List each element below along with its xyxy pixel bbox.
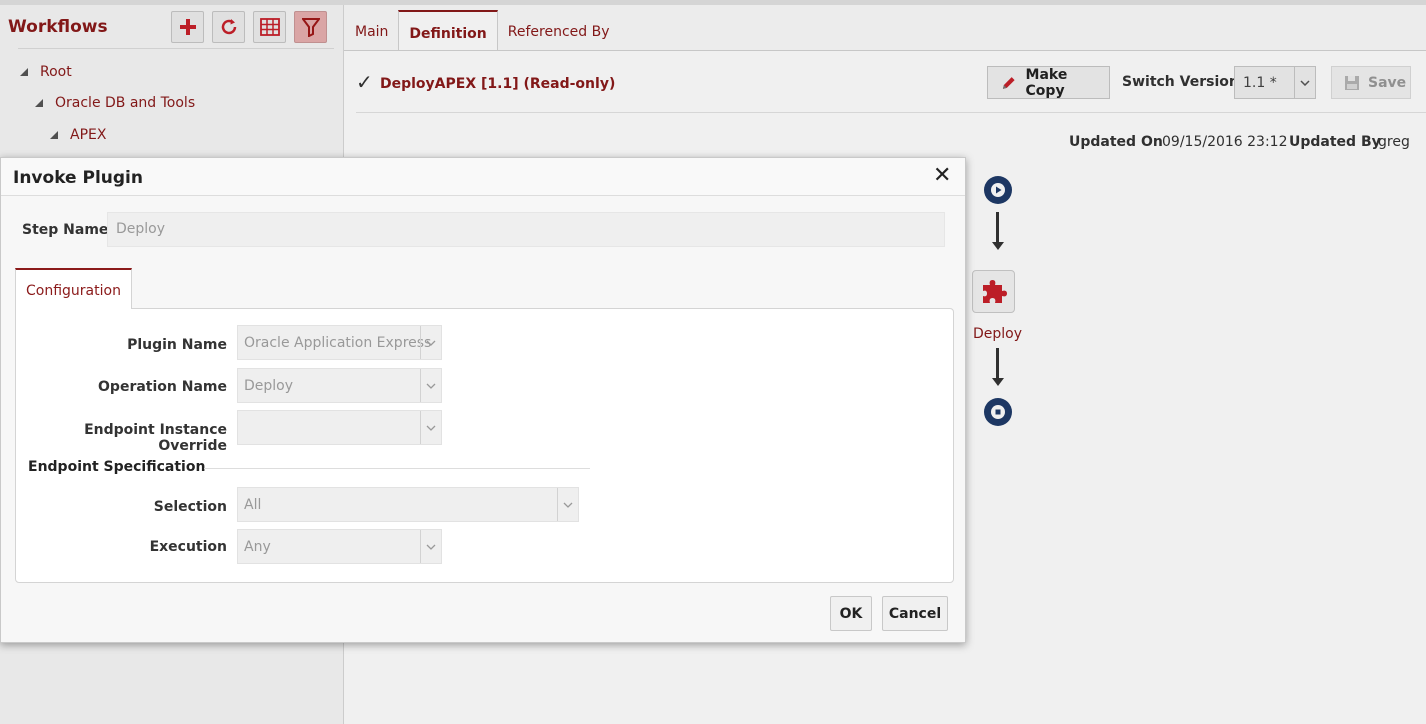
updated-by-label: Updated By: [1289, 134, 1381, 150]
floppy-disk-icon: [1345, 75, 1359, 90]
flow-arrow: [996, 348, 999, 378]
tab-configuration[interactable]: Configuration: [15, 268, 132, 309]
save-button[interactable]: Save: [1331, 66, 1411, 99]
deploy-step-label: Deploy: [973, 326, 1023, 342]
grid-button[interactable]: [253, 11, 286, 43]
stop-icon: [991, 405, 1005, 419]
expanded-triangle-icon: [20, 68, 28, 76]
selection-value: All: [244, 497, 262, 513]
tree-node-label: APEX: [70, 127, 107, 143]
chevron-down-icon: [420, 530, 441, 563]
end-node[interactable]: [984, 398, 1012, 426]
chevron-down-icon: [420, 326, 441, 359]
updated-by-value: greg: [1378, 134, 1410, 150]
save-label: Save: [1368, 74, 1407, 91]
execution-select[interactable]: Any: [237, 529, 442, 564]
tree-node-label: Root: [40, 64, 72, 80]
endpoint-override-label: Endpoint Instance Override: [84, 422, 227, 454]
tab-main[interactable]: Main: [345, 10, 398, 50]
workflow-title: DeployAPEX [1.1] (Read-only): [380, 76, 616, 92]
selection-select[interactable]: All: [237, 487, 579, 522]
make-copy-button[interactable]: Make Copy: [987, 66, 1110, 99]
switch-version-label: Switch Version: [1122, 74, 1239, 90]
plugin-name-value: Oracle Application Express: [244, 335, 432, 351]
endpoint-spec-heading: Endpoint Specification: [28, 459, 206, 475]
play-icon: [991, 183, 1005, 197]
version-value: 1.1 *: [1243, 75, 1277, 91]
expanded-triangle-icon: [35, 99, 43, 107]
tree-node-label: Oracle DB and Tools: [55, 95, 196, 111]
header-divider: [356, 112, 1426, 113]
execution-value: Any: [244, 539, 271, 555]
panel-divider: [18, 48, 334, 49]
expanded-triangle-icon: [50, 131, 58, 139]
chevron-down-icon: [420, 411, 441, 444]
version-select[interactable]: 1.1 *: [1234, 66, 1316, 99]
start-node[interactable]: [984, 176, 1012, 204]
tab-definition[interactable]: Definition: [398, 10, 498, 50]
plugin-name-label: Plugin Name: [127, 337, 227, 353]
operation-name-value: Deploy: [244, 378, 294, 394]
updated-on-value: 09/15/2016 23:12: [1162, 134, 1288, 150]
ok-button[interactable]: OK: [830, 596, 872, 631]
refresh-icon: [221, 19, 236, 35]
chevron-down-icon: [557, 488, 578, 521]
grid-icon: [259, 18, 280, 36]
operation-name-select[interactable]: Deploy: [237, 368, 442, 403]
flow-arrow: [996, 212, 999, 242]
execution-label: Execution: [149, 539, 227, 555]
invoke-plugin-dialog: Invoke Plugin ✕ Step Name Deploy Configu…: [0, 157, 966, 643]
endpoint-override-select[interactable]: [237, 410, 442, 445]
selection-label: Selection: [153, 499, 227, 515]
add-button[interactable]: [171, 11, 204, 43]
section-divider: [204, 468, 590, 469]
filter-icon: [301, 18, 320, 37]
chevron-down-icon: [420, 369, 441, 402]
pencil-icon: [1002, 76, 1015, 89]
refresh-button[interactable]: [212, 11, 245, 43]
plugin-name-select[interactable]: Oracle Application Express: [237, 325, 442, 360]
filter-button[interactable]: [294, 11, 327, 43]
chevron-down-icon: [1294, 67, 1315, 98]
tree-node-root[interactable]: Root: [20, 64, 72, 80]
deploy-step-node[interactable]: [972, 270, 1015, 313]
make-copy-label: Make Copy: [1025, 66, 1068, 99]
close-icon[interactable]: ✕: [933, 165, 951, 187]
puzzle-piece-icon: [982, 279, 1007, 303]
tree-node-oracle-db[interactable]: Oracle DB and Tools: [35, 95, 195, 111]
dialog-title: Invoke Plugin: [13, 168, 143, 188]
main-tabs: Main Definition Referenced By: [345, 10, 620, 50]
updated-on-label: Updated On: [1069, 134, 1163, 150]
dialog-header: Invoke Plugin ✕: [1, 158, 965, 196]
operation-name-label: Operation Name: [98, 379, 227, 395]
arrowhead-icon: [991, 242, 1004, 250]
checkmark-icon: ✓: [356, 70, 373, 94]
tab-referenced-by[interactable]: Referenced By: [498, 10, 620, 50]
cancel-button[interactable]: Cancel: [882, 596, 948, 631]
add-icon: [179, 19, 196, 35]
tree-node-apex[interactable]: APEX: [50, 127, 106, 143]
arrowhead-icon: [991, 378, 1004, 386]
panel-title: Workflows: [8, 17, 108, 37]
step-name-input[interactable]: Deploy: [107, 212, 945, 247]
step-name-label: Step Name: [22, 222, 109, 238]
